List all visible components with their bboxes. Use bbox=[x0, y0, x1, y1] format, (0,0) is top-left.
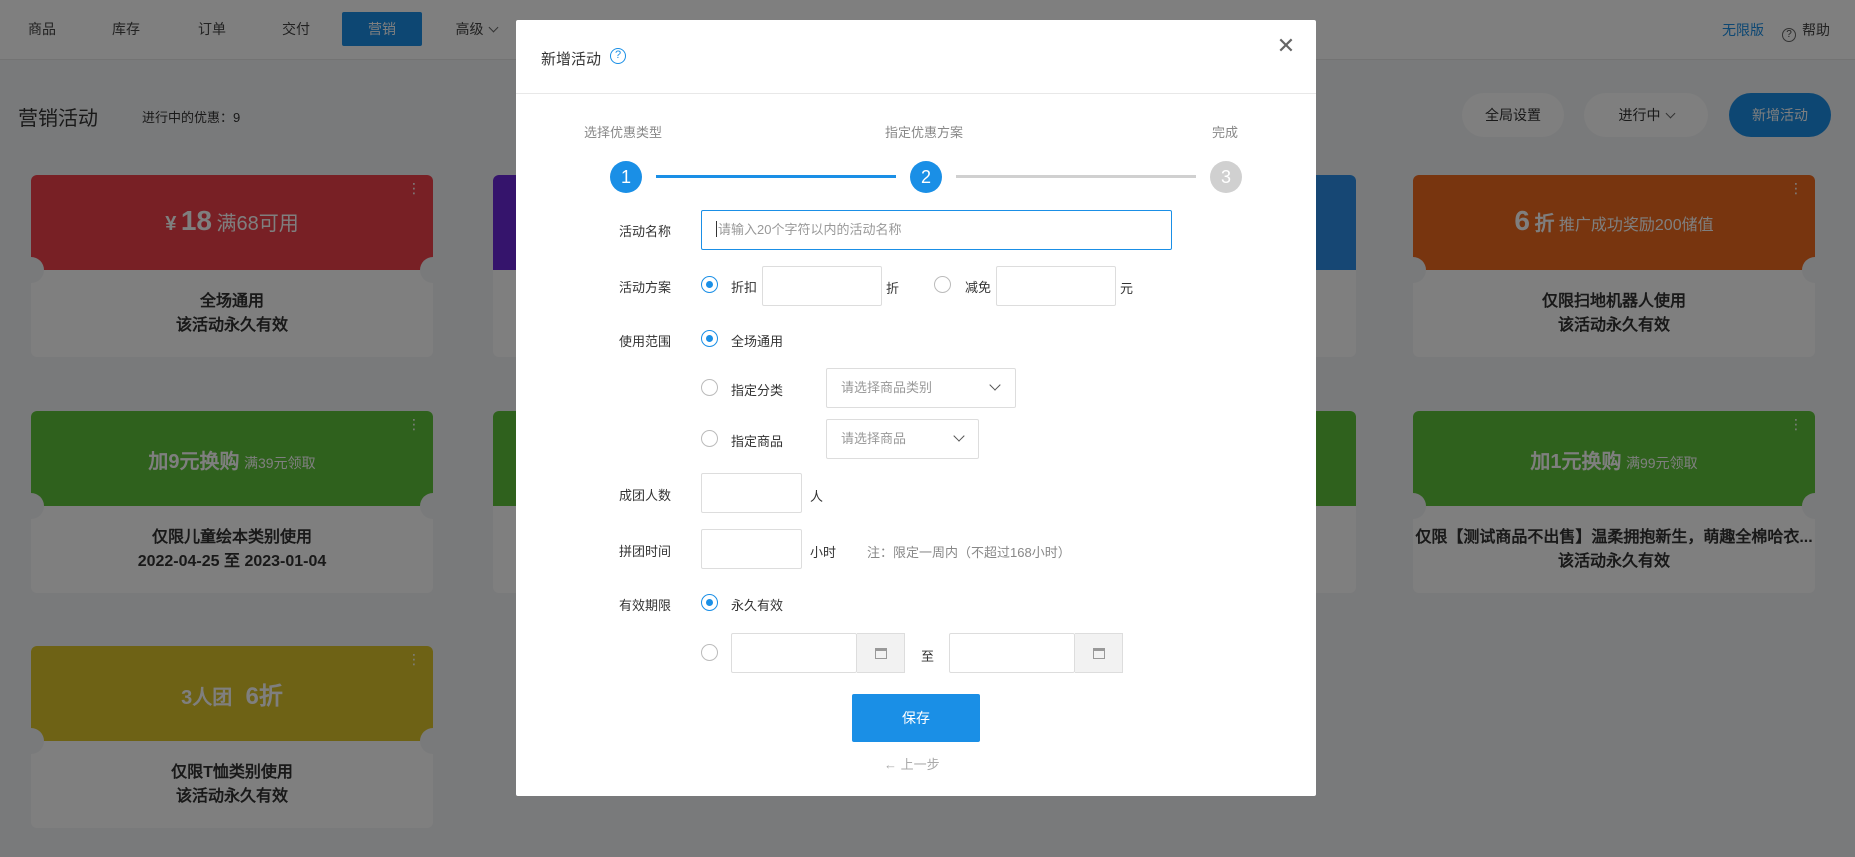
discount-radio[interactable] bbox=[701, 276, 718, 293]
save-button[interactable]: 保存 bbox=[852, 694, 980, 742]
scope-all-label: 全场通用 bbox=[731, 334, 784, 349]
calendar-icon bbox=[1093, 648, 1105, 659]
start-date-picker[interactable] bbox=[857, 633, 905, 673]
scope-product-label: 指定商品 bbox=[731, 434, 784, 449]
group-size-input[interactable] bbox=[701, 473, 802, 513]
end-date-input[interactable] bbox=[949, 633, 1075, 673]
validity-range-radio[interactable] bbox=[701, 644, 718, 661]
step-1-label: 选择优惠类型 bbox=[584, 125, 663, 140]
reduce-option-label: 减免 bbox=[965, 280, 992, 295]
step-2-label: 指定优惠方案 bbox=[885, 125, 964, 140]
end-date-picker[interactable] bbox=[1075, 633, 1123, 673]
activity-name-placeholder: 请输入20个字符以内的活动名称 bbox=[718, 222, 902, 237]
scope-all-radio[interactable] bbox=[701, 330, 718, 347]
group-size-label: 成团人数 bbox=[619, 488, 672, 503]
start-date-input[interactable] bbox=[731, 633, 857, 673]
activity-name-input[interactable]: 请输入20个字符以内的活动名称 bbox=[701, 210, 1172, 250]
scope-category-radio[interactable] bbox=[701, 379, 718, 396]
calendar-icon bbox=[875, 648, 887, 659]
modal-title: 新增活动 bbox=[541, 51, 602, 68]
step-3-label: 完成 bbox=[1212, 125, 1239, 140]
name-label: 活动名称 bbox=[619, 224, 672, 239]
plan-label: 活动方案 bbox=[619, 280, 672, 295]
chevron-down-icon bbox=[989, 379, 1001, 391]
validity-forever-label: 永久有效 bbox=[731, 598, 784, 613]
step-3-circle: 3 bbox=[1210, 161, 1242, 193]
close-icon[interactable]: ✕ bbox=[1274, 34, 1298, 58]
category-select[interactable]: 请选择商品类别 bbox=[826, 368, 1016, 408]
group-size-unit: 人 bbox=[810, 489, 824, 504]
reduce-radio[interactable] bbox=[934, 276, 951, 293]
step-connector bbox=[656, 175, 896, 178]
step-connector bbox=[956, 175, 1196, 178]
step-1-circle: 1 bbox=[610, 161, 642, 193]
reduce-input[interactable] bbox=[996, 266, 1116, 306]
scope-category-label: 指定分类 bbox=[731, 383, 784, 398]
product-select-placeholder: 请选择商品 bbox=[841, 431, 907, 446]
validity-label: 有效期限 bbox=[619, 598, 672, 613]
discount-input[interactable] bbox=[762, 266, 882, 306]
group-time-label: 拼团时间 bbox=[619, 544, 672, 559]
scope-label: 使用范围 bbox=[619, 334, 672, 349]
discount-option-label: 折扣 bbox=[731, 280, 758, 295]
validity-forever-radio[interactable] bbox=[701, 594, 718, 611]
group-time-unit: 小时 bbox=[810, 545, 837, 560]
product-select[interactable]: 请选择商品 bbox=[826, 419, 979, 459]
scope-product-radio[interactable] bbox=[701, 430, 718, 447]
text-caret bbox=[716, 221, 717, 237]
discount-unit: 折 bbox=[886, 281, 900, 296]
step-2-circle: 2 bbox=[910, 161, 942, 193]
modal-header: 新增活动 ? ✕ bbox=[516, 20, 1316, 94]
question-icon[interactable]: ? bbox=[610, 48, 626, 64]
previous-step-link[interactable]: ← 上一步 bbox=[884, 754, 940, 773]
new-activity-modal: 新增活动 ? ✕ 选择优惠类型 指定优惠方案 完成 1 2 3 活动名称 请输入… bbox=[516, 20, 1316, 796]
category-select-placeholder: 请选择商品类别 bbox=[841, 380, 933, 395]
reduce-unit: 元 bbox=[1120, 281, 1134, 296]
date-range-separator: 至 bbox=[921, 649, 935, 664]
chevron-down-icon bbox=[953, 430, 965, 442]
group-time-note: 注：限定一周内（不超过168小时） bbox=[867, 545, 1071, 560]
group-time-input[interactable] bbox=[701, 529, 802, 569]
